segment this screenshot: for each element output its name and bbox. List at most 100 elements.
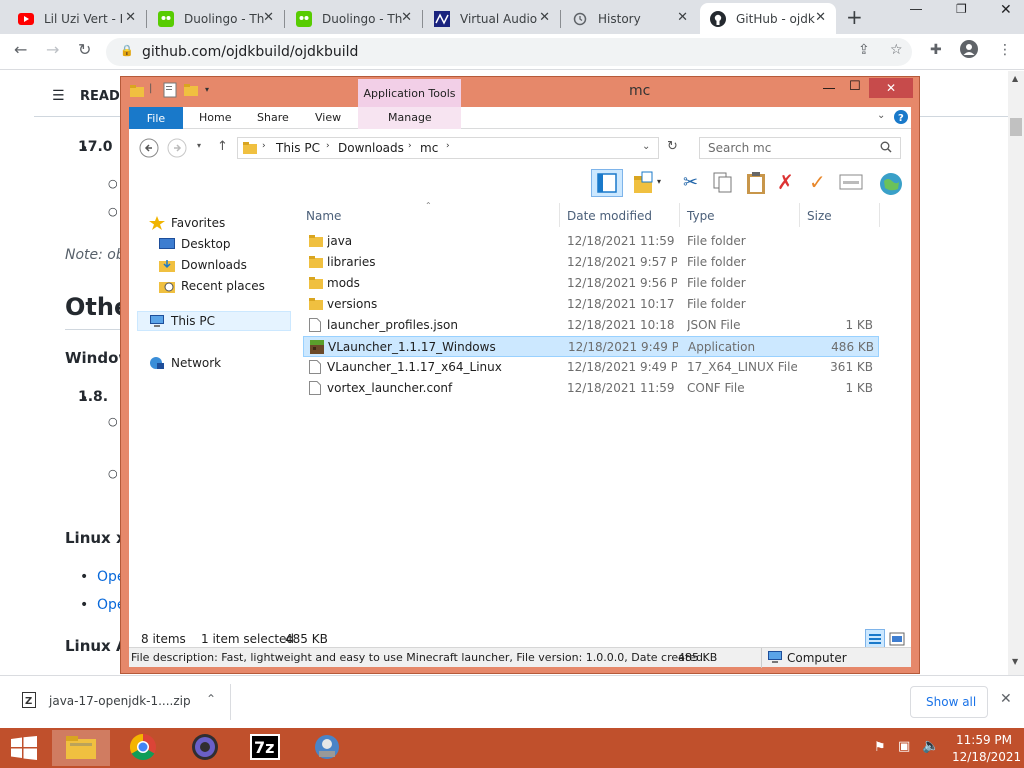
clock-time[interactable]: 11:59 PM — [956, 733, 1012, 747]
svg-text:7z: 7z — [254, 738, 274, 757]
expand-ribbon-icon[interactable]: ⌄ — [877, 110, 885, 121]
tab-manage[interactable]: Manage — [388, 111, 432, 124]
share-icon[interactable]: ⇪ — [858, 42, 870, 58]
tab-view[interactable]: View — [315, 111, 341, 124]
clock-date[interactable]: 12/18/2021 — [952, 750, 1021, 764]
column-header-name[interactable]: Name — [306, 209, 341, 223]
search-input[interactable]: Search mc — [699, 137, 901, 159]
restore-icon[interactable]: ❐ — [956, 2, 967, 16]
tab-share[interactable]: Share — [257, 111, 289, 124]
file-row[interactable]: VLauncher_1.1.17_x64_Linux 12/18/2021 9:4… — [303, 357, 879, 378]
new-folder-icon[interactable] — [183, 82, 199, 101]
rename-check-icon[interactable]: ✓ — [809, 170, 826, 194]
select-folder-icon[interactable] — [633, 171, 655, 198]
close-tab-icon[interactable]: ✕ — [815, 10, 826, 25]
recent-locations-icon[interactable]: ▾ — [197, 141, 201, 150]
profile-avatar-icon[interactable] — [960, 40, 978, 62]
scroll-up-icon[interactable]: ▲ — [1012, 74, 1018, 83]
nav-this-pc[interactable]: This PC — [149, 314, 215, 328]
forward-icon[interactable] — [167, 138, 187, 161]
refresh-icon[interactable]: ↻ — [667, 139, 678, 154]
tab-virtual-audio[interactable]: Virtual Audio ✕ — [424, 3, 560, 34]
close-tab-icon[interactable]: ✕ — [125, 10, 136, 25]
column-header-date[interactable]: Date modified — [567, 209, 652, 223]
globe-icon[interactable] — [879, 172, 903, 199]
breadcrumb-this-pc[interactable]: This PC — [276, 141, 320, 155]
nav-recent-places[interactable]: Recent places — [159, 279, 265, 293]
tab-home[interactable]: Home — [199, 111, 231, 124]
back-icon[interactable]: ← — [14, 40, 27, 59]
explorer-title-bar[interactable]: | ▾ mc ― ☐ ✕ — [121, 77, 919, 107]
network-status-icon[interactable]: ▣ — [898, 739, 910, 754]
details-view-icon[interactable] — [865, 629, 885, 649]
cut-icon[interactable]: ✂ — [683, 172, 698, 193]
delete-icon[interactable]: ✗ — [777, 170, 794, 194]
taskbar-obs[interactable] — [176, 730, 234, 766]
close-tab-icon[interactable]: ✕ — [401, 10, 412, 25]
tab-youtube[interactable]: Lil Uzi Vert - I ✕ — [8, 3, 146, 34]
flag-icon[interactable]: ⚑ — [874, 740, 886, 755]
nav-downloads[interactable]: Downloads — [159, 258, 247, 272]
file-row[interactable]: vortex_launcher.conf 12/18/2021 11:59 ...… — [303, 378, 879, 399]
download-filename[interactable]: java-17-openjdk-1....zip — [49, 694, 191, 708]
breadcrumb-mc[interactable]: mc — [420, 141, 438, 155]
close-download-bar-icon[interactable]: ✕ — [1000, 691, 1012, 707]
bookmark-star-icon[interactable]: ☆ — [890, 42, 903, 58]
help-icon[interactable]: ? — [894, 110, 908, 127]
close-tab-icon[interactable]: ✕ — [539, 10, 550, 25]
reload-icon[interactable]: ↻ — [78, 40, 91, 59]
nav-favorites[interactable]: Favorites — [149, 216, 225, 230]
address-bar[interactable]: › This PC › Downloads › mc › ⌄ — [237, 137, 659, 159]
start-button[interactable] — [0, 730, 48, 766]
file-row[interactable]: launcher_profiles.json 12/18/2021 10:18 .… — [303, 315, 879, 336]
tab-history[interactable]: History ✕ — [562, 3, 698, 34]
file-row[interactable]: VLauncher_1.1.17_Windows 12/18/2021 9:49 … — [303, 336, 879, 357]
new-tab-button[interactable]: + — [846, 5, 863, 29]
close-tab-icon[interactable]: ✕ — [263, 10, 274, 25]
minimize-icon[interactable]: ― — [823, 81, 835, 95]
address-bar[interactable]: 🔒 github.com/ojdkbuild/ojdkbuild — [106, 38, 912, 66]
close-window-icon[interactable]: ✕ — [1000, 2, 1012, 18]
preview-pane-icon[interactable] — [591, 169, 623, 197]
tab-duolingo-1[interactable]: Duolingo - Th ✕ — [148, 3, 284, 34]
up-icon[interactable]: ↑ — [217, 139, 228, 154]
quick-access-dropdown-icon[interactable]: ▾ — [205, 85, 209, 94]
scrollbar-thumb[interactable] — [1010, 118, 1022, 136]
extensions-icon[interactable]: ✚ — [930, 42, 942, 58]
nav-desktop[interactable]: Desktop — [159, 237, 231, 251]
readme-list-icon[interactable]: ☰ — [52, 88, 65, 104]
column-header-size[interactable]: Size — [807, 209, 832, 223]
scroll-down-icon[interactable]: ▼ — [1012, 657, 1018, 666]
nav-network[interactable]: Network — [149, 356, 221, 370]
dropdown-icon[interactable]: ▾ — [657, 177, 661, 186]
forward-icon[interactable]: → — [46, 40, 59, 59]
minimize-icon[interactable]: ― — [910, 2, 922, 16]
address-dropdown-icon[interactable]: ⌄ — [642, 141, 650, 152]
tab-github[interactable]: GitHub - ojdk ✕ — [700, 3, 836, 34]
tab-file[interactable]: File — [129, 107, 183, 129]
page-scrollbar[interactable] — [1008, 71, 1024, 675]
breadcrumb-downloads[interactable]: Downloads — [338, 141, 404, 155]
column-header-type[interactable]: Type — [687, 209, 715, 223]
taskbar-network-app[interactable] — [298, 730, 356, 766]
copy-icon[interactable] — [713, 172, 733, 197]
properties-icon[interactable] — [839, 174, 863, 193]
tab-duolingo-2[interactable]: Duolingo - Th ✕ — [286, 3, 422, 34]
taskbar-file-explorer[interactable] — [52, 730, 110, 766]
file-row[interactable]: java 12/18/2021 11:59 ... File folder — [303, 231, 879, 252]
back-icon[interactable] — [139, 138, 159, 161]
close-tab-icon[interactable]: ✕ — [677, 10, 688, 25]
close-window-button[interactable]: ✕ — [869, 78, 913, 98]
chrome-menu-icon[interactable]: ⋮ — [998, 42, 1012, 58]
properties-icon[interactable] — [163, 82, 177, 101]
file-row[interactable]: versions 12/18/2021 10:17 ... File folder — [303, 294, 879, 315]
volume-icon[interactable]: 🔈 — [922, 738, 939, 754]
chevron-up-icon[interactable]: ⌃ — [206, 692, 216, 706]
file-row[interactable]: libraries 12/18/2021 9:57 PM File folder — [303, 252, 879, 273]
taskbar-7zip[interactable]: 7z — [236, 730, 294, 766]
taskbar-chrome[interactable] — [114, 730, 172, 766]
maximize-icon[interactable]: ☐ — [849, 79, 861, 94]
file-row[interactable]: mods 12/18/2021 9:56 PM File folder — [303, 273, 879, 294]
show-all-button[interactable]: Show all — [910, 686, 988, 718]
paste-icon[interactable] — [745, 171, 767, 198]
